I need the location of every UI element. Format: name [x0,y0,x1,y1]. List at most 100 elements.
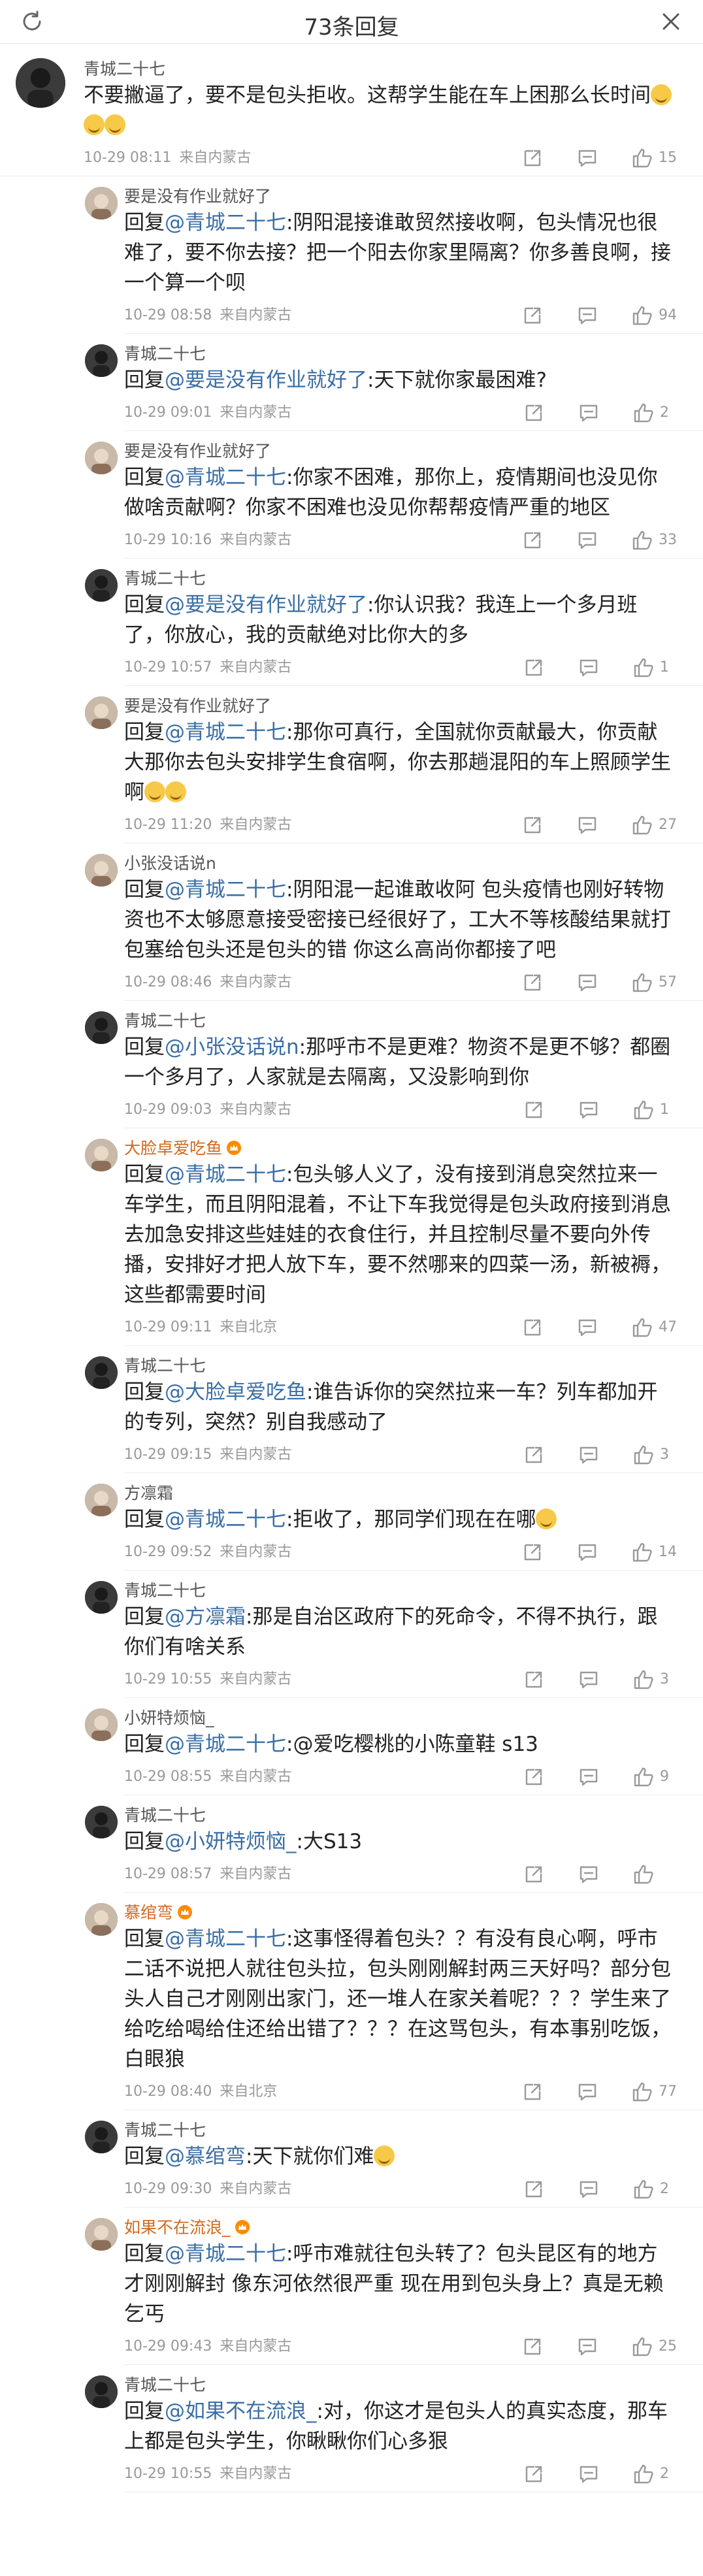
mention-link[interactable]: @青城二十七 [165,1733,286,1756]
username-text[interactable]: 青城二十七 [124,1806,206,1825]
like-icon[interactable] [632,1863,655,1885]
share-icon[interactable] [523,1444,545,1466]
avatar[interactable] [85,854,118,887]
comment-icon[interactable] [578,657,600,679]
like-icon[interactable] [632,2178,655,2200]
share-icon[interactable] [521,814,544,836]
comment-icon[interactable] [576,1316,598,1339]
mention-link[interactable]: @要是没有作业就好了 [165,593,367,617]
username[interactable]: 小张没话说n [124,843,677,875]
share-icon[interactable] [521,2081,544,2103]
username-text[interactable]: 大脸卓爱吃鱼 [124,1139,222,1158]
avatar[interactable] [85,569,118,602]
avatar[interactable] [85,2218,118,2251]
share-icon[interactable] [523,657,545,679]
like-icon[interactable] [631,147,653,169]
like-icon[interactable] [631,2081,653,2103]
mention-link[interactable]: @小张没话说n [165,1035,299,1059]
avatar[interactable] [85,1708,118,1741]
like-icon[interactable] [631,529,653,551]
username-text[interactable]: 青城二十七 [124,1011,206,1030]
username-text[interactable]: 青城二十七 [124,1581,206,1600]
avatar[interactable] [85,1356,118,1389]
close-icon[interactable] [659,9,683,34]
share-icon[interactable] [523,2463,545,2485]
mention-link[interactable]: @青城二十七 [165,1163,286,1186]
mention-link[interactable]: @青城二十七 [165,2242,286,2266]
avatar[interactable] [85,1139,118,1171]
mention-link[interactable]: @青城二十七 [165,878,286,902]
avatar[interactable] [85,1011,118,1044]
mention-link[interactable]: @要是没有作业就好了 [165,368,367,392]
username-text[interactable]: 青城二十七 [124,2121,206,2140]
username[interactable]: 青城二十七 [124,1001,677,1032]
share-icon[interactable] [523,402,545,424]
like-icon[interactable] [631,2336,653,2358]
avatar[interactable] [85,1581,118,1614]
username-text[interactable]: 青城二十七 [84,59,165,78]
username[interactable]: 青城二十七 [124,2110,677,2142]
share-icon[interactable] [523,1863,545,1885]
comment-icon[interactable] [578,1766,600,1788]
username[interactable]: 青城二十七 [124,1795,677,1827]
share-icon[interactable] [523,1766,545,1788]
like-icon[interactable] [632,1099,655,1121]
comment-icon[interactable] [578,2463,600,2485]
avatar[interactable] [16,58,65,108]
username[interactable]: 要是没有作业就好了 [124,431,677,463]
share-icon[interactable] [521,2336,544,2358]
username[interactable]: 小妍特烦恼_ [124,1698,677,1729]
share-icon[interactable] [521,304,544,327]
username-text[interactable]: 慕绾弯 [124,1903,173,1922]
username-text[interactable]: 青城二十七 [124,2375,206,2394]
username-text[interactable]: 小妍特烦恼_ [124,1708,214,1727]
username[interactable]: 方凛霜 [124,1473,677,1505]
mention-link[interactable]: @青城二十七 [165,466,286,489]
username-text[interactable]: 青城二十七 [124,1356,206,1375]
like-icon[interactable] [632,2463,655,2485]
avatar[interactable] [85,442,118,474]
mention-link[interactable]: @青城二十七 [165,211,286,235]
like-icon[interactable] [632,1669,655,1691]
like-icon[interactable] [632,657,655,679]
share-icon[interactable] [521,1316,544,1339]
comment-icon[interactable] [576,304,598,327]
like-icon[interactable] [631,1316,653,1339]
username-text[interactable]: 青城二十七 [124,344,206,363]
avatar[interactable] [85,187,118,220]
username-text[interactable]: 要是没有作业就好了 [124,187,271,206]
like-icon[interactable] [631,304,653,327]
username-text[interactable]: 小张没话说n [124,854,216,873]
username-text[interactable]: 青城二十七 [124,569,206,588]
comment-icon[interactable] [576,2336,598,2358]
mention-link[interactable]: @青城二十七 [165,1508,286,1531]
avatar[interactable] [85,2375,118,2408]
share-icon[interactable] [523,2178,545,2200]
share-icon[interactable] [523,1669,545,1691]
comment-icon[interactable] [578,1863,600,1885]
comment-icon[interactable] [576,2081,598,2103]
username-text[interactable]: 如果不在流浪_ [124,2218,231,2237]
comment-icon[interactable] [578,1444,600,1466]
share-icon[interactable] [523,1099,545,1121]
avatar[interactable] [85,696,118,729]
comment-icon[interactable] [578,402,600,424]
share-icon[interactable] [521,529,544,551]
like-icon[interactable] [632,402,655,424]
mention-link[interactable]: @大脸卓爱吃鱼 [165,1380,306,1404]
mention-link[interactable]: @小妍特烦恼_ [165,1830,297,1853]
comment-icon[interactable] [578,1669,600,1691]
username[interactable]: 要是没有作业就好了 [124,686,677,717]
avatar[interactable] [85,1806,118,1838]
username[interactable]: 大脸卓爱吃鱼 [124,1128,677,1160]
username-text[interactable]: 要是没有作业就好了 [124,696,271,715]
like-icon[interactable] [631,814,653,836]
avatar[interactable] [85,2121,118,2153]
avatar[interactable] [85,1484,118,1516]
like-icon[interactable] [631,1541,653,1563]
like-icon[interactable] [632,1444,655,1466]
avatar[interactable] [85,344,118,377]
mention-link[interactable]: @方凛霜 [165,1605,246,1629]
username[interactable]: 青城二十七 [124,559,677,590]
comment-icon[interactable] [576,1541,598,1563]
